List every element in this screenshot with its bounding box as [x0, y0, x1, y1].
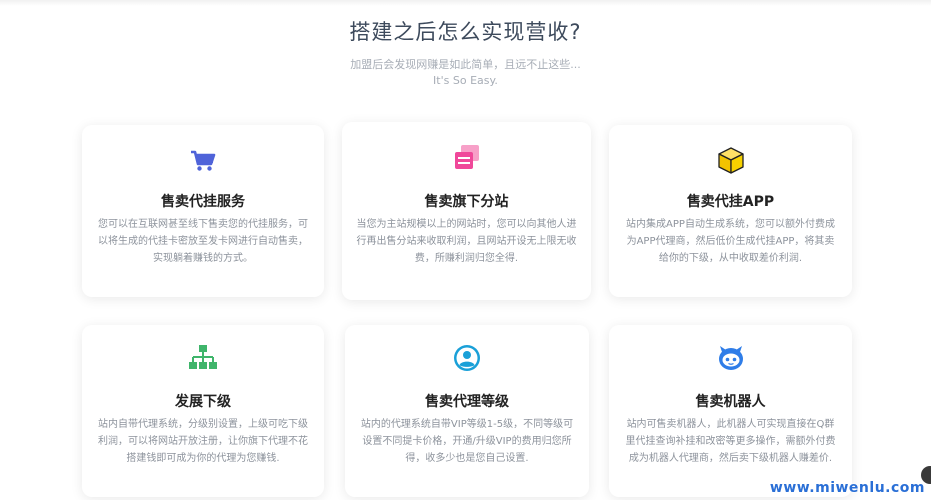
card-description: 站内集成APP自动生成系统，您可以额外付费成为APP代理商，然后低价生成代挂AP…	[626, 219, 835, 264]
top-divider	[0, 0, 931, 6]
feature-card-sell-robot[interactable]: 售卖机器人 站内可售卖机器人，此机器人可实现直接在Q群里代挂查询补挂和改密等更多…	[609, 325, 852, 497]
feature-card-sell-service[interactable]: 售卖代挂服务 您可以在互联网甚至线下售卖您的代挂服务，可以将生成的代挂卡密放至发…	[82, 125, 324, 297]
feature-card-sell-agent-level[interactable]: 售卖代理等级 站内的代理系统自带VIP等级1-5级，不同等级可设置不同提卡价格，…	[345, 325, 589, 497]
section-tagline: It's So Easy.	[433, 74, 498, 87]
card-title: 售卖旗下分站	[424, 194, 509, 210]
card-description: 站内可售卖机器人，此机器人可实现直接在Q群里代挂查询补挂和改密等更多操作，需额外…	[625, 419, 836, 464]
card-title: 发展下级	[175, 394, 231, 410]
org-chart-icon	[188, 343, 218, 373]
card-title: 售卖代挂APP	[686, 194, 775, 210]
robot-icon	[716, 343, 746, 373]
card-title: 售卖代理等级	[425, 394, 509, 410]
card-title: 售卖机器人	[695, 394, 766, 410]
user-circle-icon	[452, 343, 482, 373]
box-icon	[716, 145, 746, 175]
card-description: 站内自带代理系统，分级别设置，上级可吃下级利润，可以将网站开放注册，让你旗下代理…	[98, 419, 308, 464]
card-description: 当您为主站规模以上的网站时，您可以向其他人进行再出售分站来收取利润，且网站开设无…	[356, 219, 577, 264]
card-description: 您可以在互联网甚至线下售卖您的代挂服务，可以将生成的代挂卡密放至发卡网进行自动售…	[98, 219, 308, 264]
layers-icon	[452, 142, 482, 172]
feature-card-sell-substation[interactable]: 售卖旗下分站 当您为主站规模以上的网站时，您可以向其他人进行再出售分站来收取利润…	[342, 122, 591, 300]
section-title: 搭建之后怎么实现营收?	[349, 20, 582, 44]
feature-card-sell-app[interactable]: 售卖代挂APP 站内集成APP自动生成系统，您可以额外付费成为APP代理商，然后…	[609, 125, 852, 297]
card-description: 站内的代理系统自带VIP等级1-5级，不同等级可设置不同提卡价格，开通/升级VI…	[360, 419, 574, 464]
feature-card-develop-subordinates[interactable]: 发展下级 站内自带代理系统，分级别设置，上级可吃下级利润，可以将网站开放注册，让…	[82, 325, 324, 497]
card-title: 售卖代挂服务	[161, 194, 245, 210]
section-subtitle: 加盟后会发现网赚是如此简单，且远不止这些...	[350, 58, 581, 71]
site-watermark: www.miwenlu.com	[769, 480, 925, 496]
shopping-cart-icon	[188, 145, 218, 175]
